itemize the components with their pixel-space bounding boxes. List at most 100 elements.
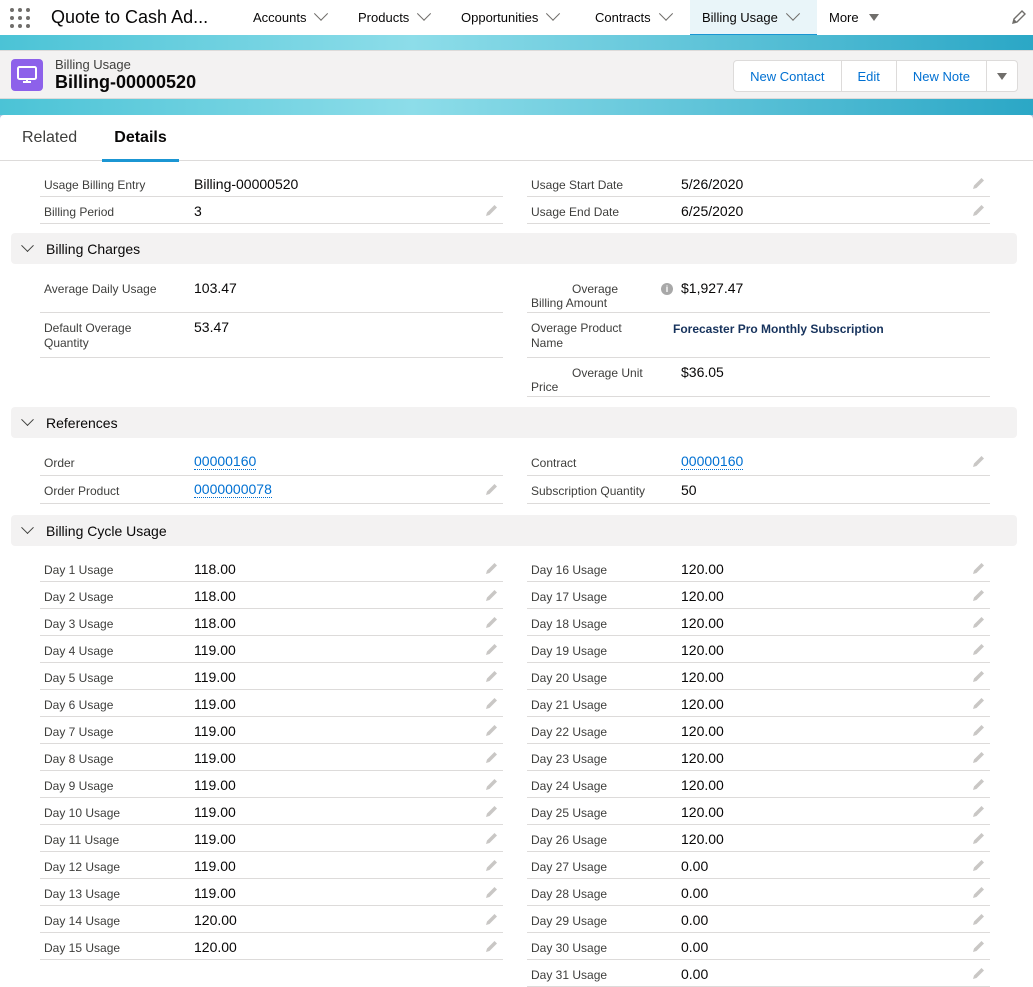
field-label: Usage Start Date: [531, 178, 624, 192]
field-value: 119.00: [194, 831, 236, 847]
chevron-down-icon[interactable]: [314, 6, 329, 21]
record-tabs: Related Details: [0, 115, 1033, 162]
pencil-icon[interactable]: [972, 750, 986, 764]
pencil-icon[interactable]: [485, 804, 499, 818]
field-value: 119.00: [194, 777, 236, 793]
app-launcher-icon[interactable]: [9, 7, 31, 29]
usage-day-row: Day 3 Usage 118.00: [40, 609, 503, 636]
field-label: Price: [531, 380, 559, 394]
nav-item-products[interactable]: Products: [346, 0, 449, 35]
field-value: 119.00: [194, 804, 236, 820]
pencil-icon[interactable]: [972, 804, 986, 818]
pencil-icon[interactable]: [972, 588, 986, 602]
field-default-overage-quantity: Default Overage Quantity 53.47: [40, 313, 503, 358]
pencil-icon[interactable]: [485, 777, 499, 791]
usage-day-row: Day 13 Usage 119.00: [40, 879, 503, 906]
field-label: Day 15 Usage: [44, 941, 121, 955]
info-icon[interactable]: i: [661, 283, 673, 295]
field-label: Day 16 Usage: [531, 563, 608, 577]
chevron-down-icon[interactable]: [546, 6, 561, 21]
tab-related[interactable]: Related: [22, 115, 77, 161]
section-references[interactable]: References: [11, 407, 1017, 438]
field-value: 119.00: [194, 723, 236, 739]
pencil-icon[interactable]: [485, 831, 499, 845]
pencil-icon[interactable]: [972, 176, 986, 190]
nav-more[interactable]: More: [817, 0, 891, 35]
pencil-icon[interactable]: [972, 454, 986, 468]
pencil-icon[interactable]: [972, 858, 986, 872]
tab-details[interactable]: Details: [102, 115, 179, 162]
pencil-icon[interactable]: [485, 750, 499, 764]
pencil-icon[interactable]: [972, 696, 986, 710]
pencil-icon[interactable]: [972, 939, 986, 953]
field-value: 0.00: [681, 858, 709, 874]
edit-button[interactable]: Edit: [842, 61, 897, 91]
field-value: 3: [194, 203, 202, 219]
usage-day-row: Day 10 Usage 119.00: [40, 798, 503, 825]
chevron-down-icon[interactable]: [21, 239, 34, 253]
edit-nav-icon[interactable]: [1011, 9, 1027, 25]
chevron-down-icon[interactable]: [21, 413, 34, 427]
pencil-icon[interactable]: [972, 831, 986, 845]
pencil-icon[interactable]: [485, 642, 499, 656]
pencil-icon[interactable]: [972, 777, 986, 791]
nav-item-label: Billing Usage: [702, 10, 778, 25]
pencil-icon[interactable]: [972, 723, 986, 737]
pencil-icon[interactable]: [972, 203, 986, 217]
usage-day-row: Day 16 Usage 120.00: [527, 555, 990, 582]
pencil-icon[interactable]: [485, 939, 499, 953]
pencil-icon[interactable]: [485, 482, 499, 496]
chevron-down-icon[interactable]: [785, 6, 800, 21]
field-value: 103.47: [194, 280, 237, 296]
pencil-icon[interactable]: [972, 966, 986, 980]
field-usage-end-date: Usage End Date 6/25/2020: [527, 197, 990, 224]
field-value: 120.00: [681, 561, 724, 577]
pencil-icon[interactable]: [972, 885, 986, 899]
pencil-icon[interactable]: [485, 696, 499, 710]
nav-item-contracts[interactable]: Contracts: [583, 0, 690, 35]
usage-day-row: Day 22 Usage 120.00: [527, 717, 990, 744]
pencil-icon[interactable]: [485, 669, 499, 683]
pencil-icon[interactable]: [972, 615, 986, 629]
nav-item-billing-usage[interactable]: Billing Usage: [690, 0, 817, 37]
pencil-icon[interactable]: [485, 723, 499, 737]
nav-item-accounts[interactable]: Accounts: [241, 0, 346, 35]
pencil-icon[interactable]: [972, 642, 986, 656]
nav-item-opportunities[interactable]: Opportunities: [449, 0, 583, 35]
pencil-icon[interactable]: [485, 588, 499, 602]
field-label: Day 27 Usage: [531, 860, 608, 874]
pencil-icon[interactable]: [485, 561, 499, 575]
usage-day-row: Day 24 Usage 120.00: [527, 771, 990, 798]
field-value: 50: [681, 482, 697, 498]
section-billing-charges[interactable]: Billing Charges: [11, 233, 1017, 264]
chevron-down-icon[interactable]: [21, 521, 34, 535]
field-label: Day 29 Usage: [531, 914, 608, 928]
usage-day-row: Day 29 Usage 0.00: [527, 906, 990, 933]
field-value: 119.00: [194, 750, 236, 766]
new-contact-button[interactable]: New Contact: [734, 61, 842, 91]
new-note-button[interactable]: New Note: [897, 61, 987, 91]
pencil-icon[interactable]: [972, 561, 986, 575]
field-value: 120.00: [681, 669, 724, 685]
chevron-down-icon[interactable]: [417, 6, 432, 21]
pencil-icon[interactable]: [485, 885, 499, 899]
usage-day-row: Day 27 Usage 0.00: [527, 852, 990, 879]
contract-link[interactable]: 00000160: [681, 454, 744, 470]
pencil-icon[interactable]: [485, 858, 499, 872]
chevron-down-icon[interactable]: [658, 6, 673, 21]
more-actions-button[interactable]: [987, 61, 1017, 91]
field-label: Day 28 Usage: [531, 887, 608, 901]
pencil-icon[interactable]: [485, 912, 499, 926]
section-billing-cycle-usage[interactable]: Billing Cycle Usage: [11, 515, 1017, 546]
order-link[interactable]: 00000160: [194, 454, 257, 470]
pencil-icon[interactable]: [485, 615, 499, 629]
pencil-icon[interactable]: [972, 669, 986, 683]
usage-day-row: Day 20 Usage 120.00: [527, 663, 990, 690]
field-label: Day 4 Usage: [44, 644, 114, 658]
usage-day-row: Day 21 Usage 120.00: [527, 690, 990, 717]
record-name: Billing-00000520: [55, 72, 197, 92]
pencil-icon[interactable]: [485, 203, 499, 217]
pencil-icon[interactable]: [972, 912, 986, 926]
field-value: 118.00: [194, 615, 236, 631]
order-product-link[interactable]: 0000000078: [194, 482, 272, 498]
